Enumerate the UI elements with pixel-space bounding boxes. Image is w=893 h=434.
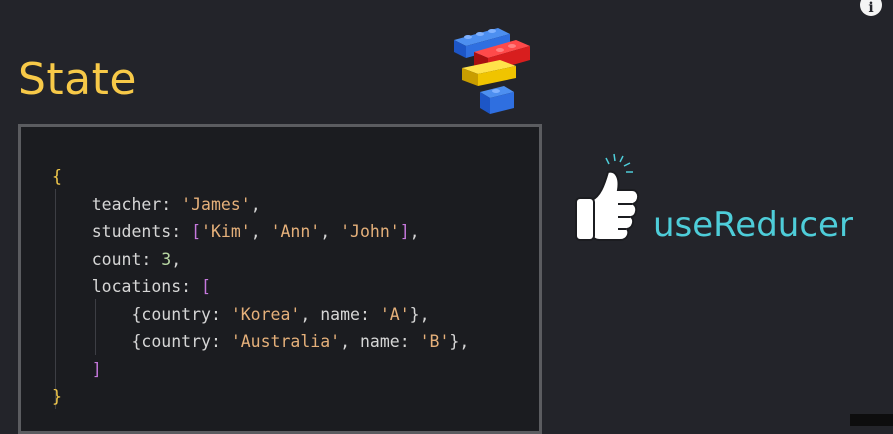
code-token: 'John' (340, 222, 400, 241)
code-token: count: (52, 249, 162, 269)
slide-title: State (18, 54, 137, 105)
code-line: count: 3, (52, 246, 469, 274)
code-token: , (320, 222, 341, 241)
lego-bricks-icon (454, 28, 530, 114)
code-token: 'James' (181, 194, 251, 214)
code-token: {country: (52, 304, 231, 324)
code-token: [ (191, 222, 202, 241)
code-token: }, (409, 304, 430, 324)
code-token: , name: (340, 332, 420, 351)
video-corner-overlay (850, 414, 893, 426)
code-line: students: ['Kim', 'Ann', 'John'], (52, 218, 469, 246)
code-line: {country: 'Korea', name: 'A'}, (52, 301, 469, 329)
hook-label: useReducer (653, 205, 853, 245)
code-line: teacher: 'James', (52, 191, 469, 219)
code-token: teacher: (52, 194, 182, 214)
code-token: { (52, 167, 62, 186)
code-line: ] (52, 356, 469, 384)
code-token: , (250, 222, 271, 241)
code-line: } (52, 383, 469, 411)
code-panel: { teacher: 'James', students: ['Kim', 'A… (18, 124, 542, 434)
code-token: students: (52, 222, 192, 241)
code-line: {country: 'Australia', name: 'B'}, (52, 328, 469, 356)
code-token: 'Ann' (270, 222, 321, 241)
code-token: 3 (161, 249, 172, 269)
code-token: 'Kim' (201, 222, 251, 241)
code-token: , (250, 194, 261, 214)
code-token: 'Australia' (230, 332, 341, 351)
code-block: { teacher: 'James', students: ['Kim', 'A… (52, 163, 469, 411)
code-token: locations: (52, 277, 202, 296)
code-token: 'B' (419, 332, 450, 351)
code-token: [ (201, 277, 211, 296)
code-token: 'A' (379, 304, 410, 324)
code-token: 'Korea' (230, 304, 301, 324)
thumbs-up-icon (575, 153, 640, 241)
code-token: }, (449, 332, 470, 351)
code-token: ] (52, 359, 102, 379)
info-icon[interactable]: i (860, 0, 882, 16)
code-line: { (52, 163, 469, 191)
code-token: , (409, 222, 420, 241)
code-token: {country: (52, 332, 231, 351)
code-token: , name: (300, 304, 380, 324)
code-line: locations: [ (52, 273, 469, 301)
code-token: , (171, 249, 182, 269)
code-token: } (52, 387, 62, 406)
code-token: ] (399, 222, 410, 241)
